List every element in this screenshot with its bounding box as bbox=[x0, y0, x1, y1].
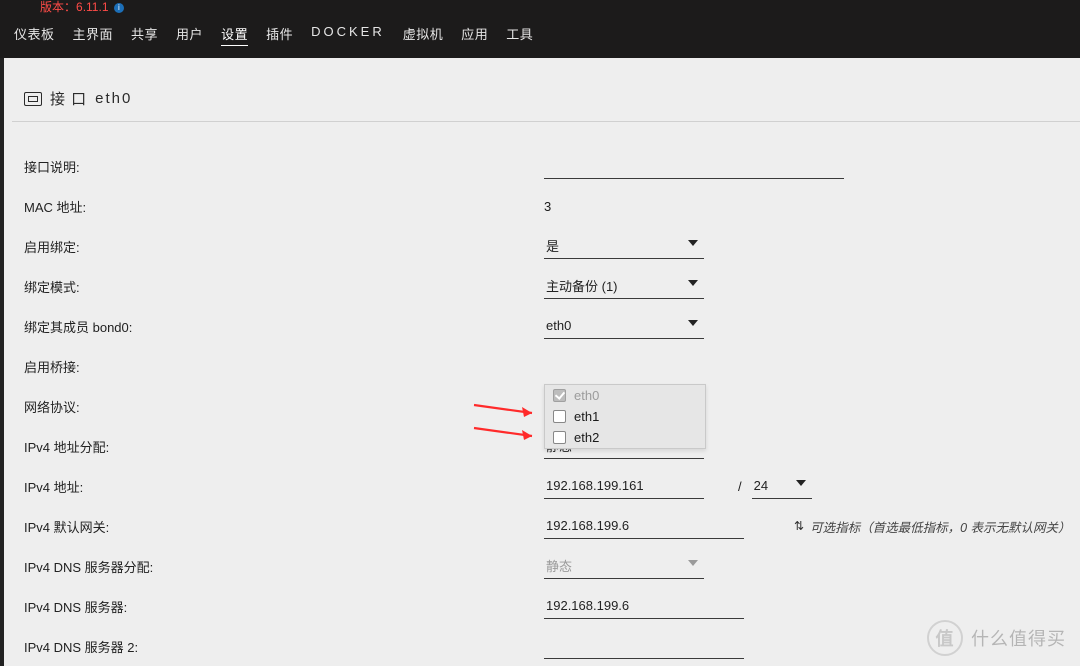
ipv4-mask-slash: / bbox=[738, 479, 742, 494]
bridge-label: 启用桥接: bbox=[24, 357, 544, 376]
ipv4-dns1-label: IPv4 DNS 服务器: bbox=[24, 597, 544, 616]
app-header: 版本：6.11.1 i 仪表板 主界面 共享 用户 设置 插件 DOCKER 虚… bbox=[0, 0, 1080, 58]
bond-mode-select[interactable] bbox=[544, 273, 704, 299]
nav-main[interactable]: 主界面 bbox=[73, 24, 114, 46]
bond-members-label: 绑定其成员 bond0: bbox=[24, 317, 544, 336]
watermark-badge: 值 bbox=[927, 620, 963, 656]
version-row: 版本：6.11.1 i bbox=[0, 0, 1080, 14]
watermark-text: 什么值得买 bbox=[971, 625, 1066, 651]
ipv4-mask-select[interactable] bbox=[752, 473, 812, 499]
section-title: 接 口 eth0 bbox=[12, 58, 1080, 122]
interface-desc-input[interactable] bbox=[544, 153, 844, 179]
dropdown-item-label: eth1 bbox=[574, 409, 599, 424]
bond-members-dropdown[interactable]: eth0 eth1 eth2 bbox=[544, 384, 706, 449]
nav-share[interactable]: 共享 bbox=[131, 24, 158, 46]
annotation-arrow-2 bbox=[470, 418, 550, 444]
sort-icon: ⇅ bbox=[794, 519, 804, 533]
nav-settings[interactable]: 设置 bbox=[221, 24, 248, 46]
checkbox-icon[interactable] bbox=[553, 410, 566, 423]
section-title-interface: eth0 bbox=[95, 90, 132, 107]
ipv4-dns2-input[interactable] bbox=[544, 633, 744, 659]
mac-label: MAC 地址: bbox=[24, 197, 544, 216]
ipv4-gw-hint: ⇅ 可选指标（首选最低指标，0 表示无默认网关） bbox=[794, 517, 1071, 536]
dropdown-item-label: eth2 bbox=[574, 430, 599, 445]
main-nav: 仪表板 主界面 共享 用户 设置 插件 DOCKER 虚拟机 应用 工具 bbox=[0, 14, 1080, 58]
checkbox-icon bbox=[553, 389, 566, 402]
dropdown-item-eth1[interactable]: eth1 bbox=[545, 406, 705, 427]
ipv4-addr-input[interactable] bbox=[544, 473, 704, 499]
bond-enable-label: 启用绑定: bbox=[24, 237, 544, 256]
checkbox-icon[interactable] bbox=[553, 431, 566, 444]
version-value: 6.11.1 bbox=[76, 0, 108, 14]
dropdown-item-label: eth0 bbox=[574, 388, 599, 403]
ipv4-gw-label: IPv4 默认网关: bbox=[24, 517, 544, 536]
dropdown-item-eth0: eth0 bbox=[545, 385, 705, 406]
mac-value: 3 bbox=[544, 199, 551, 214]
dropdown-item-eth2[interactable]: eth2 bbox=[545, 427, 705, 448]
version-label: 版本： bbox=[40, 0, 76, 14]
ipv4-addr-label: IPv4 地址: bbox=[24, 477, 544, 496]
nav-tools[interactable]: 工具 bbox=[506, 24, 533, 46]
section-title-prefix: 接 口 bbox=[50, 88, 87, 109]
bond-members-select[interactable] bbox=[544, 313, 704, 339]
page-body: 接 口 eth0 接口说明: MAC 地址: 3 启用绑定: bbox=[0, 58, 1080, 666]
ipv4-dns1-input[interactable] bbox=[544, 593, 744, 619]
bond-mode-label: 绑定模式: bbox=[24, 277, 544, 296]
ipv4-dns-assign-select[interactable] bbox=[544, 553, 704, 579]
ipv4-assign-label: IPv4 地址分配: bbox=[24, 437, 544, 456]
proto-label: 网络协议: bbox=[24, 397, 544, 416]
nav-docker[interactable]: DOCKER bbox=[311, 24, 385, 46]
ipv4-dns-assign-label: IPv4 DNS 服务器分配: bbox=[24, 557, 544, 576]
nav-plugins[interactable]: 插件 bbox=[266, 24, 293, 46]
ipv4-gw-input[interactable] bbox=[544, 513, 744, 539]
interface-desc-label: 接口说明: bbox=[24, 157, 544, 176]
nic-icon bbox=[24, 92, 42, 106]
nav-vm[interactable]: 虚拟机 bbox=[403, 24, 444, 46]
nav-dashboard[interactable]: 仪表板 bbox=[14, 24, 55, 46]
nav-users[interactable]: 用户 bbox=[176, 24, 203, 46]
bond-enable-select[interactable] bbox=[544, 233, 704, 259]
ipv4-dns2-label: IPv4 DNS 服务器 2: bbox=[24, 637, 544, 656]
info-icon[interactable]: i bbox=[114, 3, 124, 13]
nav-apps[interactable]: 应用 bbox=[461, 24, 488, 46]
watermark: 值 什么值得买 bbox=[927, 620, 1066, 656]
